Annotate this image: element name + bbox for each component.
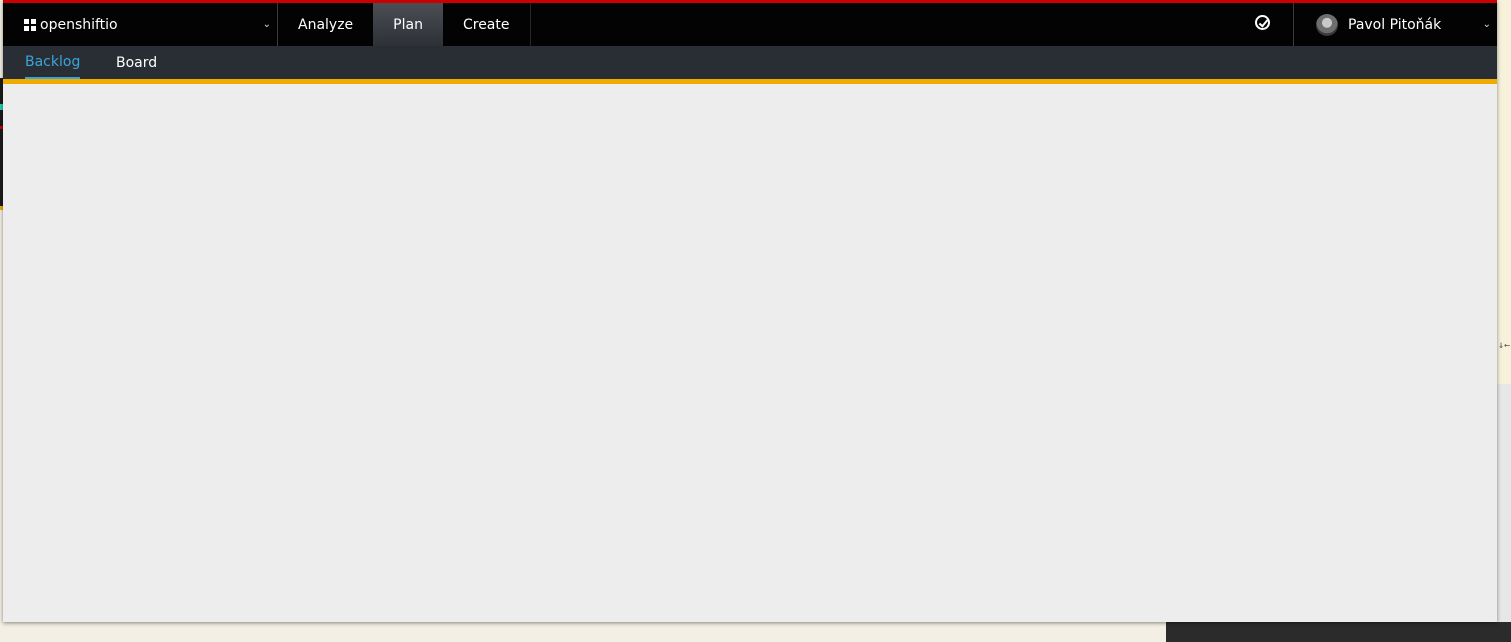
user-menu[interactable]: Pavol Pitoňák ⌄ bbox=[1293, 3, 1497, 46]
background-edge-mark: ↓← bbox=[1497, 340, 1510, 351]
user-name: Pavol Pitoňák bbox=[1348, 16, 1442, 33]
nav-tab-plan[interactable]: Plan bbox=[373, 3, 443, 46]
background-window-right bbox=[1496, 0, 1511, 384]
plan-subnav: Backlog Board bbox=[3, 46, 1497, 79]
chevron-down-icon: ⌄ bbox=[262, 19, 271, 30]
tab-backlog[interactable]: Backlog bbox=[25, 46, 81, 79]
top-navbar: openshiftio ⌄ Analyze Plan Create Pavol … bbox=[3, 0, 1497, 46]
avatar bbox=[1316, 13, 1338, 36]
tab-board[interactable]: Board bbox=[116, 46, 157, 79]
main-content bbox=[3, 84, 1497, 622]
background-desktop-dark bbox=[1166, 622, 1511, 642]
background-window-right-lower bbox=[1497, 384, 1511, 642]
grid-icon bbox=[24, 18, 36, 31]
chevron-down-icon: ⌄ bbox=[1482, 19, 1491, 30]
nav-tab-create[interactable]: Create bbox=[443, 3, 531, 46]
nav-tab-analyze[interactable]: Analyze bbox=[278, 3, 373, 46]
app-window: openshiftio ⌄ Analyze Plan Create Pavol … bbox=[3, 0, 1497, 622]
check-circle-icon[interactable] bbox=[1255, 15, 1270, 30]
main-nav: Analyze Plan Create bbox=[278, 3, 531, 46]
space-switcher[interactable]: openshiftio ⌄ bbox=[3, 3, 278, 46]
space-name: openshiftio bbox=[40, 16, 118, 33]
